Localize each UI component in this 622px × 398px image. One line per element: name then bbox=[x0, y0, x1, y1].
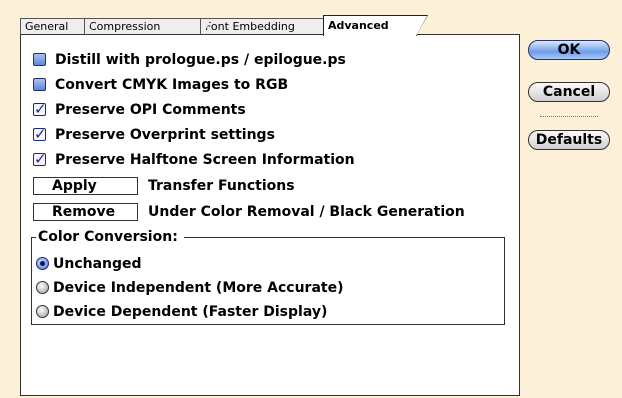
tab-font-embedding[interactable]: Font Embedding bbox=[200, 18, 332, 35]
advanced-panel: Distill with prologue.ps / epilogue.ps C… bbox=[20, 34, 520, 396]
ucr-label: Under Color Removal / Black Generation bbox=[148, 204, 465, 220]
ok-button[interactable]: OK bbox=[528, 40, 610, 60]
tab-bar: General Compression Font Embedding Advan… bbox=[20, 15, 428, 36]
radio-unselected[interactable] bbox=[36, 305, 49, 318]
defaults-button[interactable]: Defaults bbox=[528, 130, 610, 150]
transfer-functions-label: Transfer Functions bbox=[148, 178, 295, 194]
button-separator bbox=[540, 116, 598, 117]
radio-label: Device Independent (More Accurate) bbox=[53, 280, 344, 296]
tab-advanced[interactable]: Advanced bbox=[323, 15, 428, 36]
ucr-button[interactable]: Remove bbox=[33, 203, 138, 221]
checkbox-checked[interactable]: ✓ bbox=[33, 125, 47, 143]
option-label: Preserve Overprint settings bbox=[55, 127, 275, 143]
option-label: Preserve OPI Comments bbox=[55, 102, 246, 118]
checkmark-icon: ✓ bbox=[34, 125, 47, 143]
color-conversion-group: Color Conversion: Unchanged Device Indep… bbox=[31, 228, 505, 325]
tab-compression[interactable]: Compression bbox=[84, 18, 212, 35]
checkbox-checked[interactable]: ✓ bbox=[33, 100, 47, 118]
cancel-button[interactable]: Cancel bbox=[528, 82, 610, 102]
radio-label: Unchanged bbox=[53, 256, 142, 272]
checkbox-unchecked[interactable] bbox=[33, 53, 46, 66]
radio-unselected[interactable] bbox=[36, 281, 49, 294]
job-options-dialog: General Compression Font Embedding Advan… bbox=[0, 0, 622, 398]
radio-selected[interactable] bbox=[36, 257, 49, 270]
checkbox-checked[interactable]: ✓ bbox=[33, 150, 47, 168]
option-label: Preserve Halftone Screen Information bbox=[55, 152, 355, 168]
checkmark-icon: ✓ bbox=[34, 150, 47, 168]
radio-label: Device Dependent (Faster Display) bbox=[53, 304, 328, 320]
option-label: Convert CMYK Images to RGB bbox=[55, 77, 289, 93]
tab-general[interactable]: General bbox=[20, 18, 94, 35]
radio-dot bbox=[40, 261, 45, 266]
transfer-functions-button[interactable]: Apply bbox=[33, 177, 138, 195]
option-label: Distill with prologue.ps / epilogue.ps bbox=[55, 52, 346, 68]
checkbox-unchecked[interactable] bbox=[33, 78, 46, 91]
color-conversion-title: Color Conversion: bbox=[36, 228, 184, 246]
checkmark-icon: ✓ bbox=[34, 100, 47, 118]
